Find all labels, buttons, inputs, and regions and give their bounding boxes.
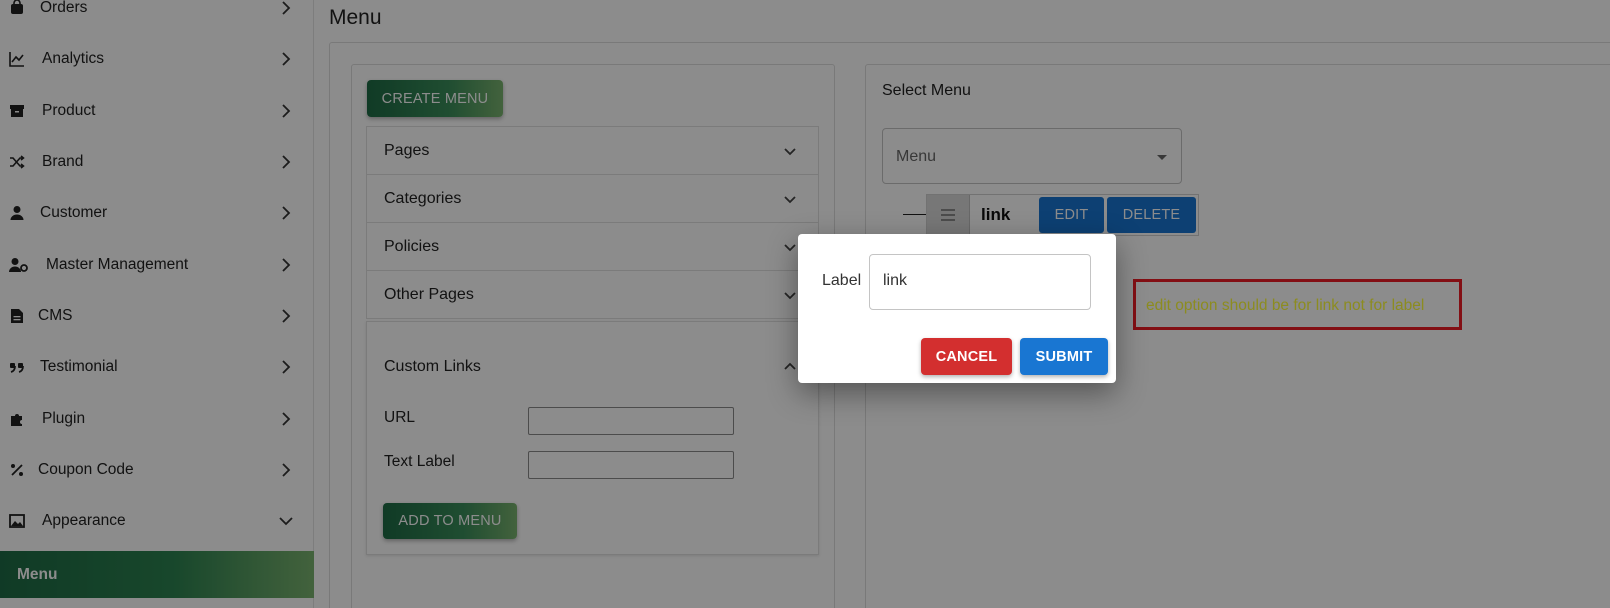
edit-label-dialog: Label CANCEL SUBMIT	[798, 234, 1116, 383]
submit-button[interactable]: SUBMIT	[1020, 338, 1108, 375]
cancel-button[interactable]: CANCEL	[921, 338, 1012, 375]
label-input-field[interactable]	[883, 272, 1079, 290]
label-input[interactable]	[869, 254, 1091, 310]
label-field-label: Label	[822, 272, 862, 289]
